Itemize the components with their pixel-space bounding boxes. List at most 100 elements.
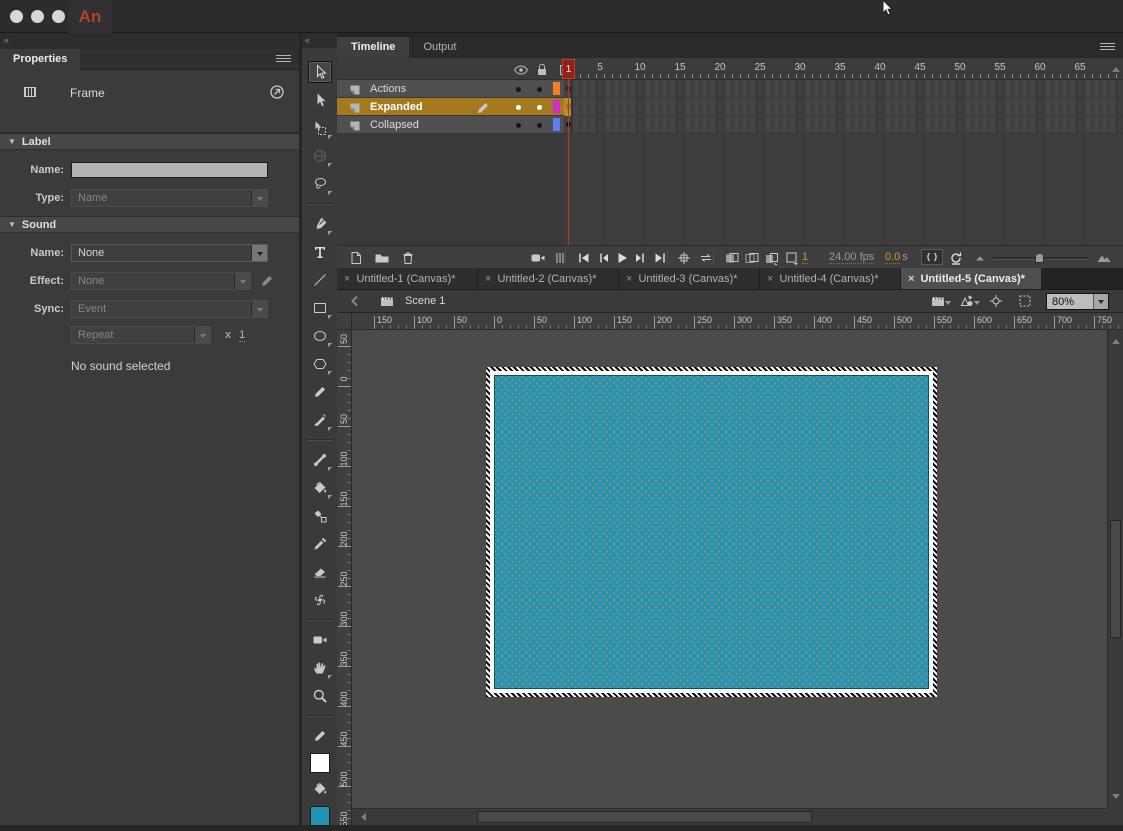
pencil-tool[interactable] xyxy=(308,381,332,403)
reset-timeline-zoom-button[interactable] xyxy=(947,249,965,266)
layer-visibility-dot[interactable] xyxy=(516,105,521,110)
lock-unlock-all-layers-icon[interactable] xyxy=(534,62,550,78)
label-type-dropdown[interactable]: Name xyxy=(71,189,268,207)
layer-row[interactable]: Expanded xyxy=(337,98,1123,116)
onion-skin-outlines-button[interactable] xyxy=(743,249,761,266)
close-tab-icon[interactable]: × xyxy=(767,273,773,285)
stroke-color-indicator[interactable] xyxy=(308,725,332,747)
modify-markers-button[interactable] xyxy=(783,249,801,266)
scene-name[interactable]: Scene 1 xyxy=(405,295,445,307)
pen-tool[interactable] xyxy=(308,213,332,235)
elapsed-time-value[interactable]: 0.0s xyxy=(885,251,908,263)
onion-skin-button[interactable] xyxy=(723,249,741,266)
camera-tool[interactable] xyxy=(308,629,332,651)
new-folder-button[interactable] xyxy=(373,249,391,266)
layer-row[interactable]: Collapsed xyxy=(337,116,1123,134)
scroll-up-icon[interactable] xyxy=(1112,335,1120,344)
timeline-zoom-in-icon[interactable] xyxy=(1095,249,1113,266)
label-name-input[interactable] xyxy=(71,162,268,178)
section-header-label[interactable]: ▼Label xyxy=(0,133,299,150)
layer-row[interactable]: Actions xyxy=(337,80,1123,98)
oval-tool[interactable] xyxy=(308,325,332,347)
paint-bucket-tool[interactable] xyxy=(308,477,332,499)
tab-output[interactable]: Output xyxy=(409,37,470,58)
lasso-tool[interactable] xyxy=(308,173,332,195)
new-layer-button[interactable] xyxy=(347,249,365,266)
window-zoom-button[interactable] xyxy=(52,10,65,23)
timeline-zoom-out-icon[interactable] xyxy=(971,249,989,266)
pasteboard[interactable] xyxy=(352,330,1107,808)
center-stage-button[interactable] xyxy=(988,293,1004,309)
horizontal-scroll-thumb[interactable] xyxy=(477,811,812,823)
layer-name-cell[interactable]: Expanded xyxy=(337,98,564,115)
layer-outline-color-swatch[interactable] xyxy=(553,82,560,95)
layer-name-cell[interactable]: Collapsed xyxy=(337,116,564,133)
show-hide-all-layers-icon[interactable] xyxy=(513,62,529,78)
edit-symbols-button[interactable] xyxy=(959,293,975,309)
section-header-sound[interactable]: ▼Sound xyxy=(0,216,299,233)
horizontal-scrollbar[interactable] xyxy=(352,808,1123,825)
panel-menu-icon[interactable] xyxy=(276,55,291,64)
layer-lock-dot[interactable] xyxy=(537,105,542,110)
layer-outline-color-swatch[interactable] xyxy=(553,100,560,113)
gradient-transform-tool[interactable] xyxy=(308,145,332,167)
document-tab[interactable]: ×Untitled-3 (Canvas)* xyxy=(619,268,760,289)
clip-content-button[interactable] xyxy=(1017,293,1033,309)
ink-bottle-tool[interactable] xyxy=(308,505,332,527)
playhead[interactable]: 1 xyxy=(562,59,575,79)
stroke-color-swatch[interactable] xyxy=(310,753,330,773)
paint-brush-tool[interactable] xyxy=(308,409,332,431)
step-back-button[interactable] xyxy=(594,249,612,266)
edit-sound-envelope-icon[interactable] xyxy=(259,273,275,289)
frame-rate-value[interactable]: 24.00 fps xyxy=(829,251,874,264)
edit-scene-button[interactable] xyxy=(930,293,946,309)
scroll-down-icon[interactable] xyxy=(1112,794,1120,803)
timeline-zoom-slider[interactable] xyxy=(993,257,1089,260)
close-tab-icon[interactable]: × xyxy=(485,273,491,285)
zoom-tool[interactable] xyxy=(308,685,332,707)
document-tab[interactable]: ×Untitled-4 (Canvas)* xyxy=(760,268,901,289)
layer-visibility-dot[interactable] xyxy=(516,87,521,92)
asset-warp-tool[interactable] xyxy=(308,589,332,611)
playhead-line[interactable] xyxy=(568,59,569,245)
back-arrow-icon[interactable] xyxy=(347,293,363,309)
sound-name-dropdown[interactable]: None xyxy=(71,244,268,262)
window-minimize-button[interactable] xyxy=(31,10,44,23)
eraser-tool[interactable] xyxy=(308,561,332,583)
subselection-tool[interactable] xyxy=(308,89,332,111)
step-forward-button[interactable] xyxy=(632,249,650,266)
add-camera-button[interactable] xyxy=(529,249,547,266)
vertical-scroll-thumb[interactable] xyxy=(1110,520,1121,638)
vertical-scrollbar[interactable] xyxy=(1107,330,1123,808)
timeline-menu-icon[interactable] xyxy=(1100,43,1115,52)
document-tab[interactable]: ×Untitled-1 (Canvas)* xyxy=(337,268,478,289)
sound-sync-dropdown[interactable]: Event xyxy=(71,300,268,318)
selected-rectangle-shape[interactable] xyxy=(494,375,929,689)
line-tool[interactable] xyxy=(308,269,332,291)
hand-tool[interactable] xyxy=(308,657,332,679)
polystar-tool[interactable] xyxy=(308,353,332,375)
layer-frames-track[interactable] xyxy=(564,116,1123,133)
stage[interactable] xyxy=(490,371,933,693)
fill-color-indicator[interactable] xyxy=(308,778,332,800)
sound-effect-dropdown[interactable]: None xyxy=(71,272,251,290)
close-tab-icon[interactable]: × xyxy=(626,273,632,285)
close-tab-icon[interactable]: × xyxy=(344,273,350,285)
free-transform-tool[interactable] xyxy=(308,117,332,139)
layer-frames-track[interactable] xyxy=(564,80,1123,97)
layer-lock-dot[interactable] xyxy=(537,123,542,128)
timeline-zoom-slider-thumb[interactable] xyxy=(1035,253,1044,263)
layer-name-cell[interactable]: Actions xyxy=(337,80,564,97)
tab-timeline[interactable]: Timeline xyxy=(337,37,409,58)
external-link-icon[interactable] xyxy=(269,84,285,100)
scroll-left-icon[interactable] xyxy=(357,813,366,821)
timeline-scroll-up-icon[interactable] xyxy=(1112,63,1120,72)
bone-tool[interactable] xyxy=(308,449,332,471)
fill-color-swatch[interactable] xyxy=(310,806,330,826)
collapse-chevron-icon[interactable]: « xyxy=(305,35,310,45)
layer-outline-color-swatch[interactable] xyxy=(553,118,560,131)
frame-span-toggle-button[interactable] xyxy=(921,249,943,265)
edit-multiple-frames-button[interactable] xyxy=(763,249,781,266)
center-frame-button[interactable] xyxy=(675,249,693,266)
window-close-button[interactable] xyxy=(10,10,23,23)
